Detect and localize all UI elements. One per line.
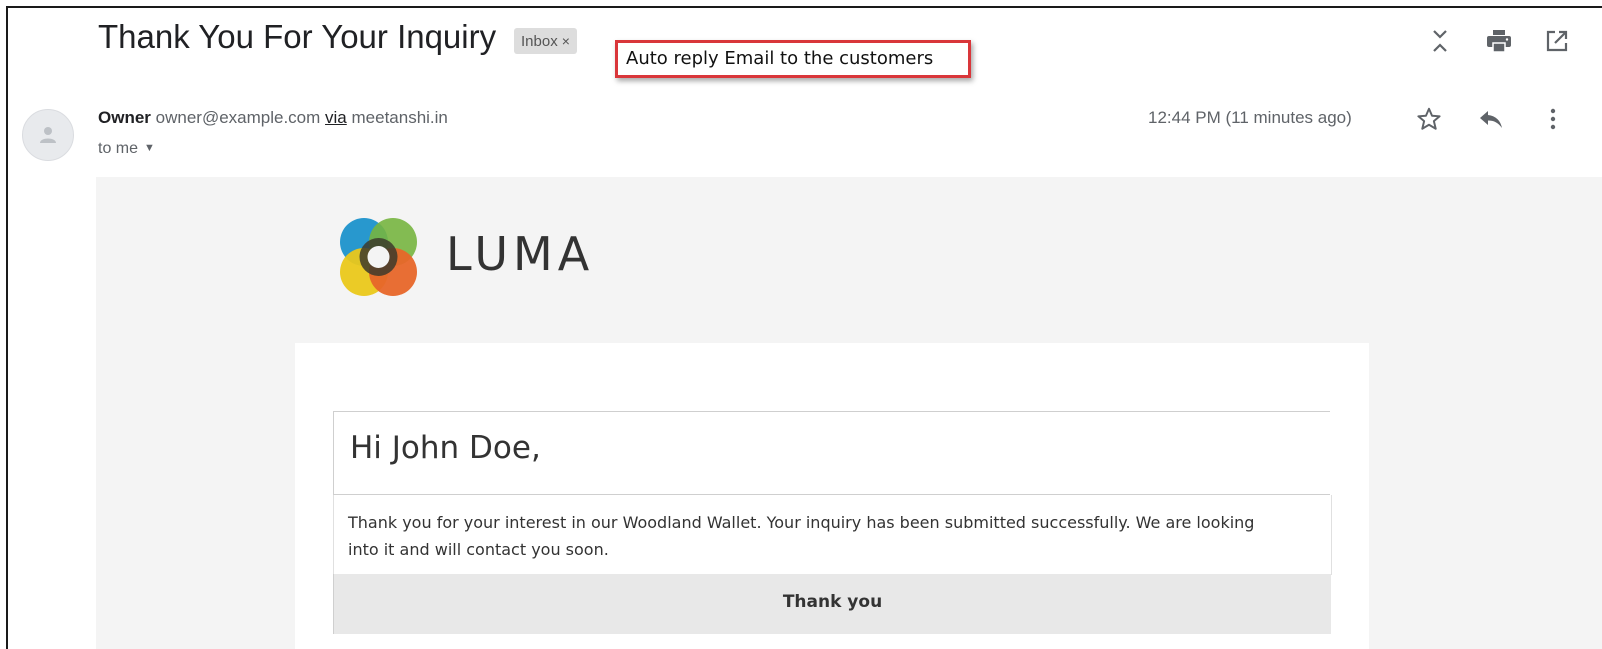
message-timestamp: 12:44 PM (11 minutes ago) [1148, 108, 1352, 127]
sender-email: owner@example.com [155, 108, 321, 127]
star-icon[interactable] [1414, 104, 1444, 134]
print-icon[interactable] [1484, 26, 1514, 56]
sender-name[interactable]: Owner [98, 108, 151, 127]
email-subject: Thank You For Your Inquiry [98, 18, 497, 55]
greeting-section: Hi John Doe, [333, 411, 1330, 495]
signoff-text: Thank you [782, 592, 883, 612]
message-body: Thank you for your interest in our Woodl… [348, 513, 1255, 559]
greeting-heading: Hi John Doe, [350, 430, 541, 466]
caret-down-icon: ▼ [144, 142, 155, 154]
sender-avatar[interactable] [22, 109, 74, 161]
via-link[interactable]: via [325, 108, 347, 127]
recipient-details-toggle[interactable]: to me ▼ [98, 140, 155, 158]
luma-logo-icon [340, 218, 417, 296]
expand-collapse-icon[interactable] [1425, 26, 1455, 56]
email-body-frame: LUMA Hi John Doe, Thank you for your int… [96, 177, 1602, 649]
recipient-text: to me [98, 140, 139, 157]
signoff-bar: Thank you [333, 574, 1331, 634]
sender-line: Owner owner@example.com via meetanshi.in [98, 108, 448, 128]
email-view: Thank You For Your Inquiry Inbox × Auto r… [6, 6, 1602, 649]
reply-icon[interactable] [1476, 104, 1506, 134]
remove-label-icon[interactable]: × [562, 33, 570, 49]
via-domain: meetanshi.in [351, 108, 448, 127]
luma-logo-text: LUMA [446, 227, 595, 281]
person-icon [40, 127, 56, 143]
inbox-label-chip[interactable]: Inbox × [514, 28, 577, 54]
email-content-card: Hi John Doe, Thank you for your interest… [295, 343, 1369, 649]
annotation-callout: Auto reply Email to the customers [615, 40, 971, 78]
inbox-label-text: Inbox [521, 33, 558, 50]
message-section: Thank you for your interest in our Woodl… [333, 495, 1332, 575]
more-vert-icon[interactable] [1538, 104, 1568, 134]
open-new-window-icon[interactable] [1542, 26, 1572, 56]
